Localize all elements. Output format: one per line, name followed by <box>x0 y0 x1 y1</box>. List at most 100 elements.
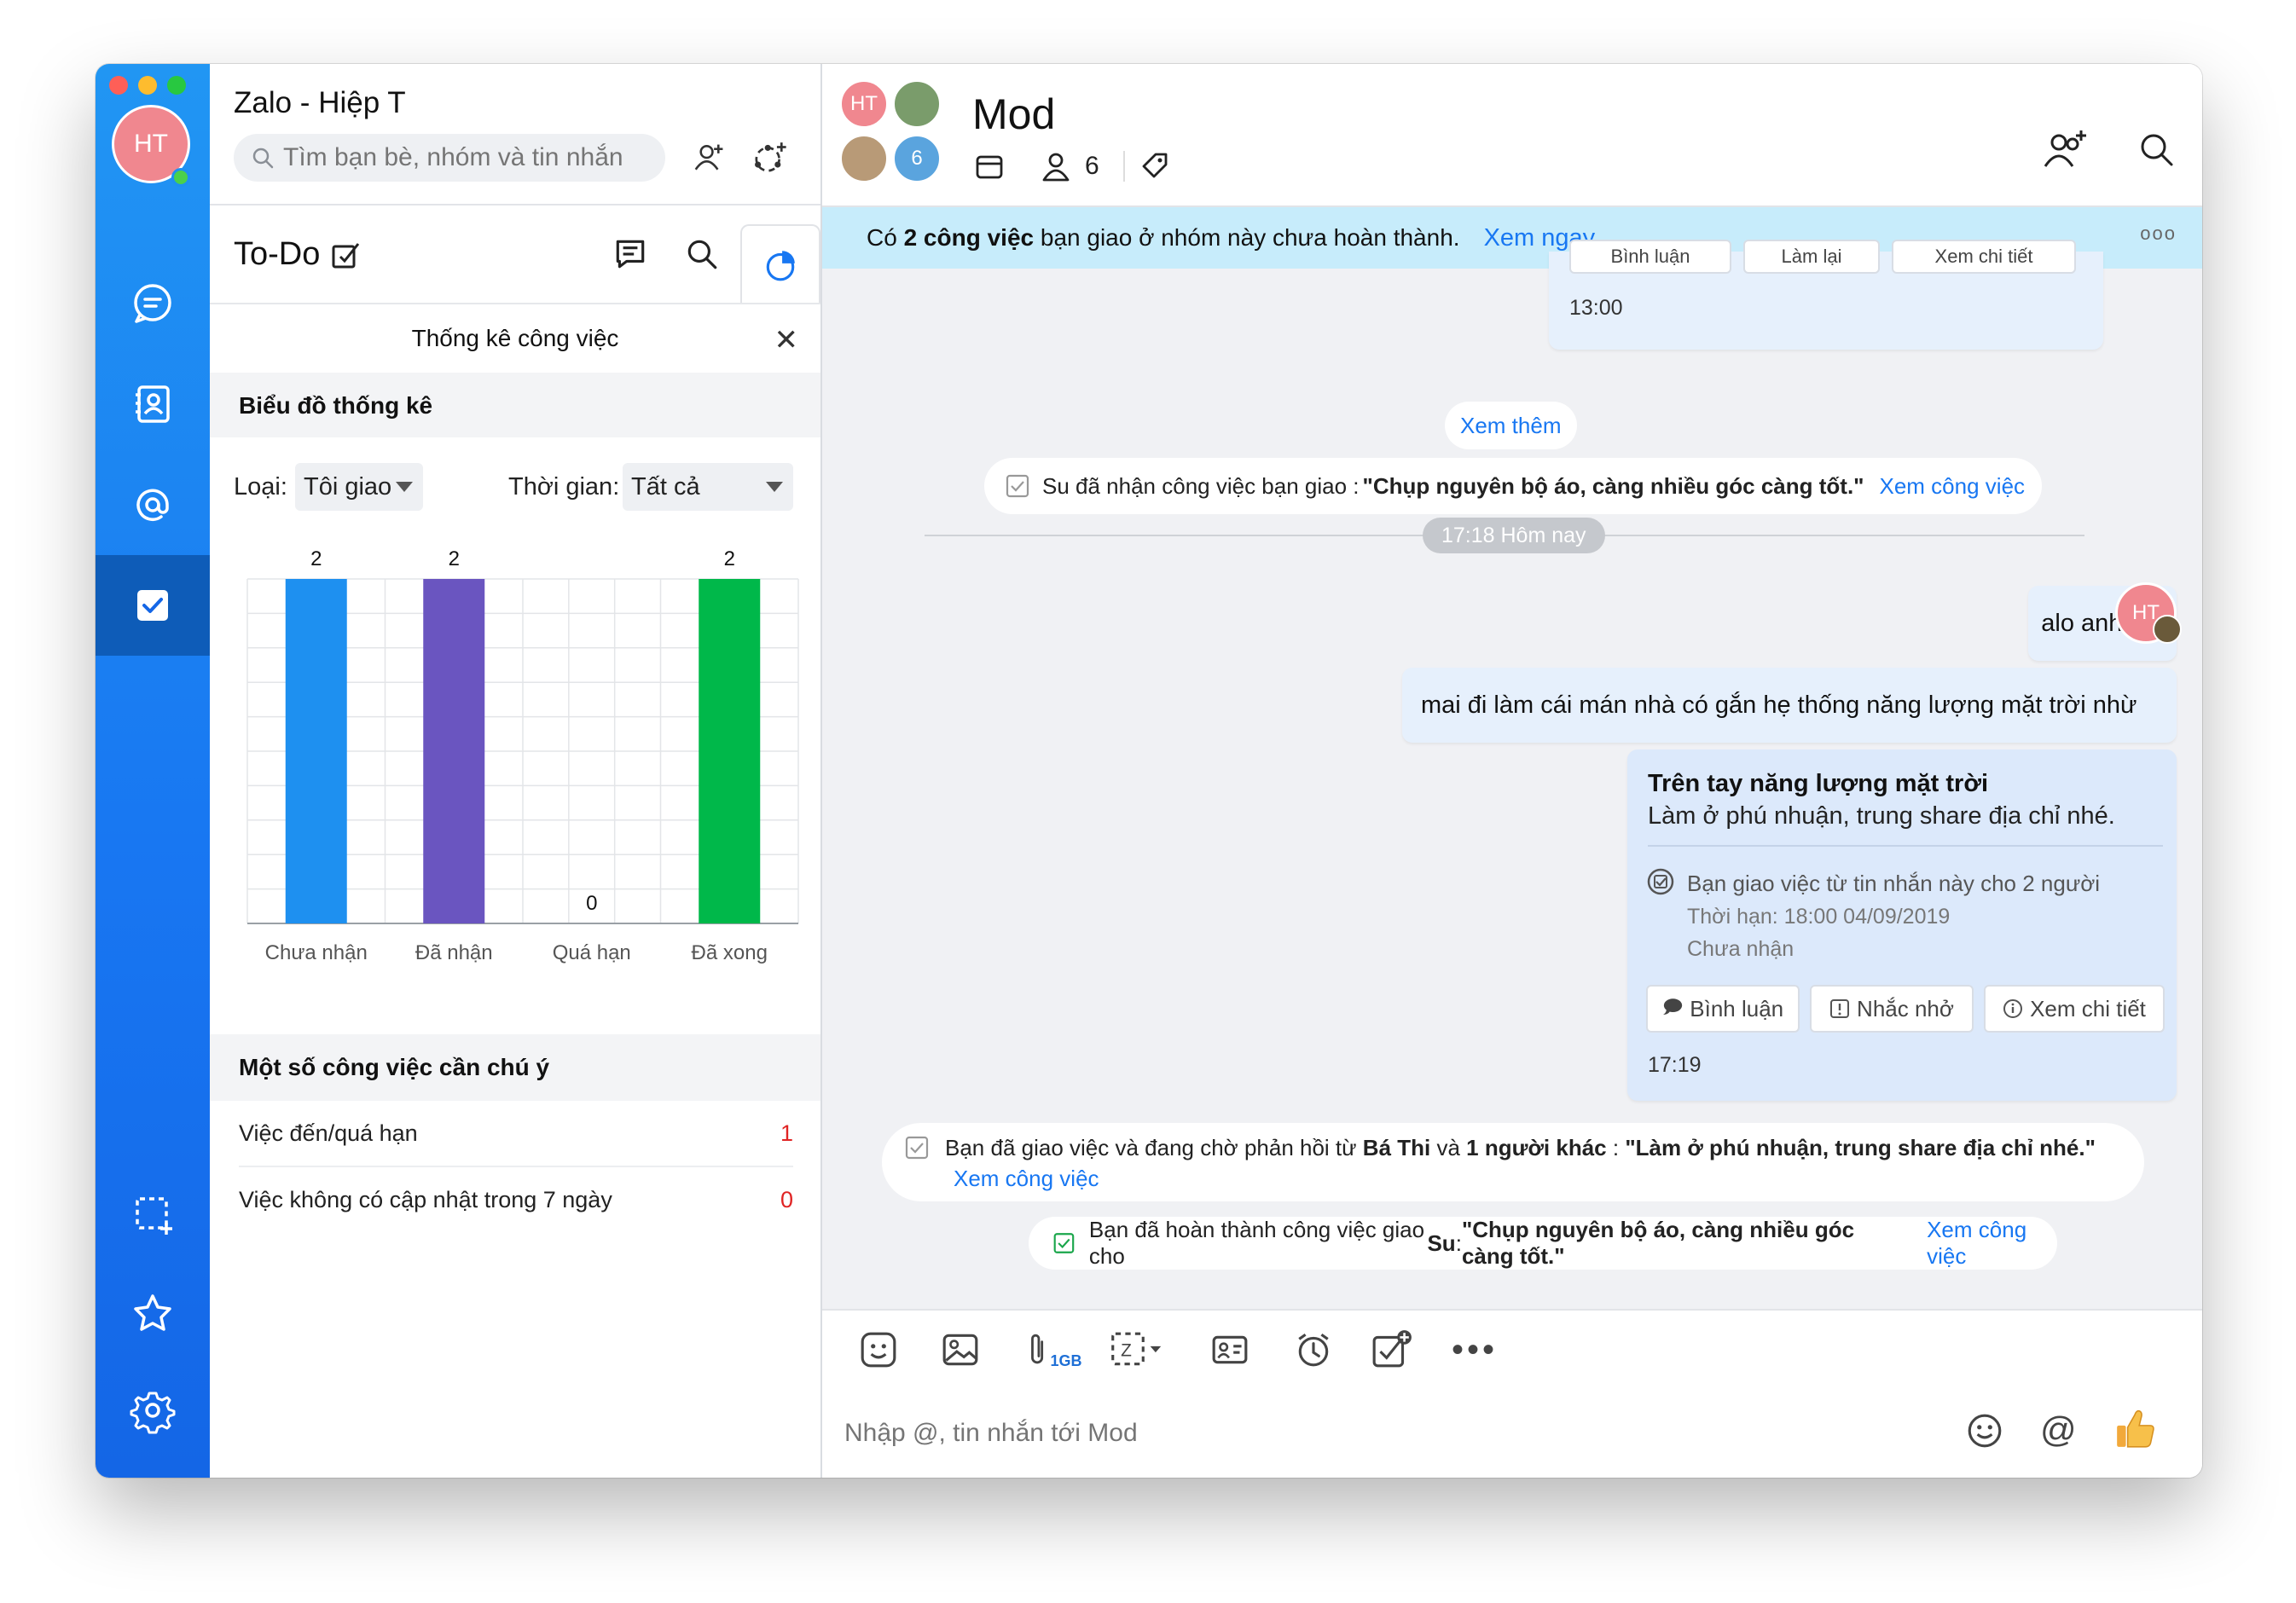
assign-task-button[interactable] <box>1368 1326 1416 1374</box>
chat-header-tools: 6 <box>972 149 1171 183</box>
comment-button[interactable]: Bình luận <box>1569 240 1731 274</box>
tab-todo-list[interactable] <box>602 226 658 282</box>
close-icon[interactable]: ✕ <box>774 323 799 357</box>
x-tick-label: Quá hạn <box>553 941 631 964</box>
add-member-button[interactable] <box>2038 129 2090 171</box>
composer-toolbar: 1GB Z ••• <box>822 1309 2202 1389</box>
emoji-button[interactable] <box>1965 1411 2004 1450</box>
sidebar-item-contacts[interactable] <box>96 354 210 454</box>
task-description: Làm ở phú nhuận, trung share địa chỉ nhé… <box>1648 802 2115 830</box>
tab-todo-statistics[interactable] <box>740 224 820 304</box>
task-list-icon <box>616 240 645 269</box>
chart-section-header: Biểu đồ thống kê <box>210 373 820 439</box>
redo-button[interactable]: Làm lại <box>1743 240 1880 274</box>
member-avatar <box>839 134 889 183</box>
task-status: Chưa nhận <box>1687 937 1794 961</box>
attention-item[interactable]: Việc đến/quá hạn 1 <box>239 1101 793 1167</box>
image-icon <box>942 1334 978 1366</box>
sidebar-item-settings[interactable] <box>96 1360 210 1461</box>
sidebar-item-screenshot[interactable] <box>96 1164 210 1264</box>
bar-value-label: 2 <box>449 547 460 570</box>
system-message: Bạn đã hoàn thành công việc giao cho Su … <box>1029 1217 2057 1270</box>
chart-filters: Loại: Tôi giao Thời gian: Tất cả <box>210 437 820 540</box>
attach-file-button[interactable]: 1GB <box>1020 1326 1088 1374</box>
member-avatar <box>892 79 942 129</box>
stats-panel-header: Thống kê công việc ✕ <box>210 303 820 373</box>
search-icon <box>252 148 274 169</box>
contact-book-icon <box>136 385 170 423</box>
search-bar[interactable] <box>234 134 665 182</box>
type-filter-select[interactable]: Tôi giao <box>295 463 423 511</box>
online-status-dot <box>171 168 190 187</box>
comment-button[interactable]: 🗩 Bình luận <box>1646 985 1800 1033</box>
close-window-button[interactable] <box>109 76 128 95</box>
add-friend-icon <box>694 144 723 171</box>
view-detail-button[interactable]: Xem chi tiết <box>1892 240 2076 274</box>
image-button[interactable] <box>936 1326 984 1374</box>
edit-note-icon[interactable] <box>328 238 362 272</box>
svg-text:Z: Z <box>1121 1340 1132 1360</box>
view-detail-button[interactable]: Xem chi tiết <box>1984 985 2165 1033</box>
attention-list: Việc đến/quá hạn 1 Việc không có cập nhậ… <box>210 1101 820 1237</box>
message-bubble-partial: Bình luận Làm lại Xem chi tiết 13:00 <box>1549 240 2103 350</box>
see-more-button[interactable]: Xem thêm <box>1445 402 1577 449</box>
member-count-avatar: 6 <box>892 134 942 183</box>
nav-sidebar: HT <box>96 64 210 1478</box>
x-tick-label: Đã nhận <box>415 941 493 964</box>
sidebar-item-mentions[interactable] <box>96 454 210 555</box>
message-input[interactable] <box>843 1411 1870 1455</box>
x-tick-label: Đã xong <box>692 941 768 964</box>
reminder-button[interactable] <box>1290 1326 1337 1374</box>
pie-chart-icon <box>766 251 795 281</box>
x-tick-label: Chưa nhận <box>265 941 368 964</box>
system-message: Bạn đã giao việc và đang chờ phản hồi từ… <box>882 1123 2144 1201</box>
view-task-link[interactable]: Xem công việc <box>954 1166 1099 1192</box>
task-assigned-icon <box>1647 868 1674 895</box>
paperclip-icon <box>1031 1334 1044 1364</box>
members-icon[interactable] <box>1039 149 1073 183</box>
task-deadline: Thời hạn: 18:00 04/09/2019 <box>1687 905 1951 929</box>
search-input[interactable] <box>281 142 660 173</box>
view-task-link[interactable]: Xem công việc <box>1880 473 2026 500</box>
more-tools-icon[interactable]: ••• <box>1445 1326 1505 1374</box>
attention-count: 1 <box>780 1120 793 1146</box>
window-controls <box>109 76 186 95</box>
minimize-window-button[interactable] <box>138 76 157 95</box>
member-count[interactable]: 6 <box>1085 152 1099 181</box>
view-task-link[interactable]: Xem công việc <box>1927 1217 2057 1270</box>
tag-icon[interactable] <box>1137 149 1171 183</box>
task-message-card[interactable]: Trên tay năng lượng mặt trời Làm ở phú n… <box>1627 749 2177 1101</box>
chat-bubble-icon <box>134 284 171 323</box>
sidebar-item-messages[interactable] <box>96 253 210 354</box>
add-task-icon <box>1372 1330 1412 1368</box>
info-icon <box>2003 999 2023 1018</box>
task-check-icon <box>1006 474 1029 498</box>
sidebar-item-todo[interactable] <box>96 555 210 656</box>
more-options-icon[interactable]: ooo <box>2140 223 2177 245</box>
business-card-button[interactable] <box>1206 1326 1254 1374</box>
sticker-button[interactable] <box>855 1326 902 1374</box>
maximize-window-button[interactable] <box>167 76 186 95</box>
attention-item[interactable]: Việc không có cập nhật trong 7 ngày 0 <box>239 1167 793 1232</box>
reminder-icon <box>1830 999 1850 1018</box>
sticker-icon <box>861 1332 896 1368</box>
message-bubble[interactable]: mai đi làm cái mán nhà có gắn hẹ thống n… <box>1402 668 2177 743</box>
create-group-icon <box>755 142 786 172</box>
chat-search-button[interactable] <box>2137 130 2177 170</box>
create-group-button[interactable] <box>745 134 793 182</box>
mid-header: Zalo - Hiệp T <box>210 64 820 205</box>
mention-at-icon[interactable]: @ <box>2040 1409 2077 1450</box>
add-friend-button[interactable] <box>686 134 733 182</box>
screenshot-button[interactable]: Z <box>1104 1326 1172 1374</box>
screenshot-icon: Z <box>1111 1332 1162 1366</box>
message-time: 13:00 <box>1569 296 1623 320</box>
task-check-icon <box>905 1136 929 1160</box>
sidebar-item-favorites[interactable] <box>96 1263 210 1363</box>
tab-todo-search[interactable] <box>674 226 730 282</box>
bar-1 <box>423 579 485 923</box>
remind-button[interactable]: Nhắc nhở <box>1810 985 1974 1033</box>
time-filter-select[interactable]: Tất cả <box>623 463 793 511</box>
quick-like-button[interactable] <box>2113 1406 2158 1450</box>
emoji-icon <box>1968 1414 2002 1448</box>
media-storage-icon[interactable] <box>972 149 1006 183</box>
